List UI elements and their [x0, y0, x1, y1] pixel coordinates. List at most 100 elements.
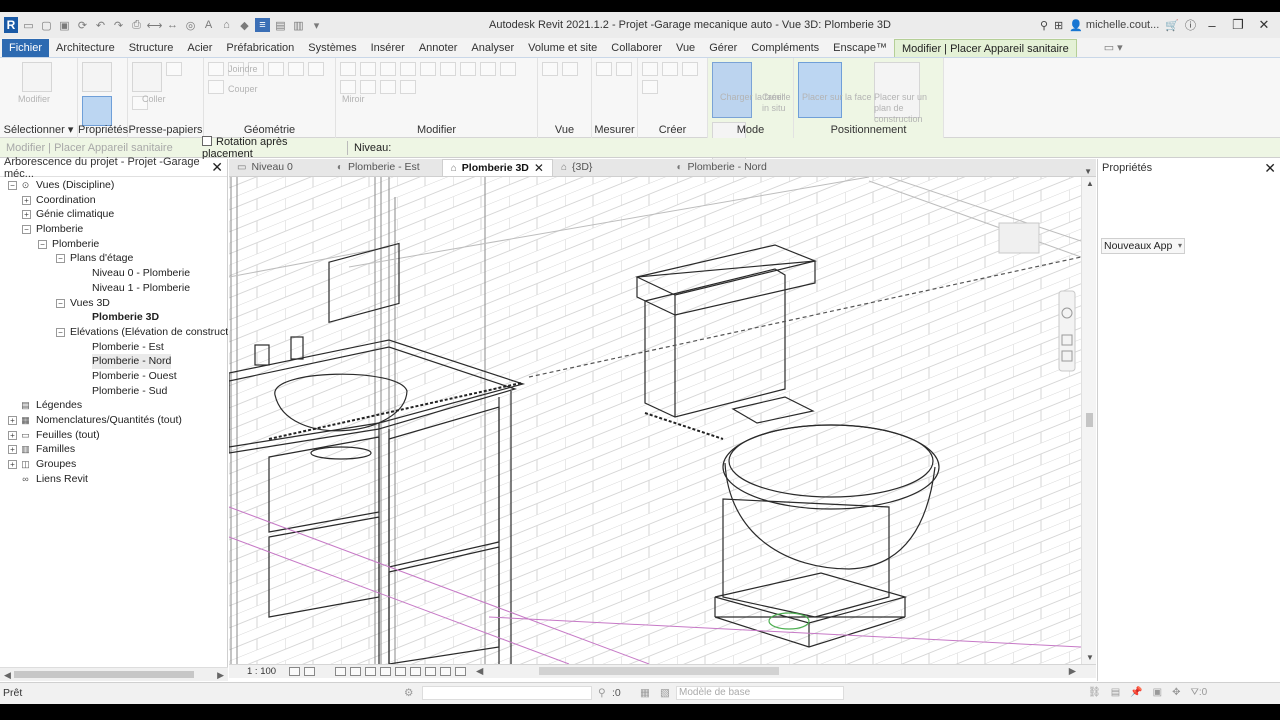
customize-qat-icon[interactable]: ▾	[309, 18, 324, 32]
canvas-vscrollbar[interactable]: ▲ ▼	[1081, 177, 1096, 664]
worksharing-icon[interactable]: ⚙	[404, 687, 413, 699]
tab-prefabrication[interactable]: Préfabrication	[219, 39, 301, 57]
view-tab-plomberie-nord[interactable]: ◐ Plomberie - Nord	[668, 159, 774, 176]
close-icon[interactable]: ✕	[211, 159, 223, 176]
canvas-hscroll-track[interactable]	[539, 667, 779, 675]
close-hidden-icon[interactable]: ▤	[273, 18, 288, 32]
tab-systemes[interactable]: Systèmes	[301, 39, 363, 57]
show-crop-icon[interactable]	[395, 667, 406, 676]
maximize-button[interactable]: ❐	[1228, 17, 1248, 33]
view-scale[interactable]: 1 : 100	[229, 666, 289, 677]
demolish-icon[interactable]	[208, 80, 224, 94]
tree-node[interactable]: Plomberie - Nord	[0, 354, 227, 369]
rotation-after-placement-checkbox[interactable]: Rotation après placement	[196, 135, 341, 160]
redo-icon[interactable]: ↷	[111, 18, 126, 32]
tab-enscape[interactable]: Enscape™	[826, 39, 894, 57]
help-icon[interactable]: ⓘ	[1185, 17, 1196, 33]
scroll-up-icon[interactable]: ▲	[1086, 179, 1094, 188]
tab-modifier-placer[interactable]: Modifier | Placer Appareil sanitaire	[893, 38, 1077, 57]
tree-node[interactable]: − Plans d'étage	[0, 251, 227, 266]
design-options-icon[interactable]: ▧	[660, 687, 670, 699]
tab-inserer[interactable]: Insérer	[364, 39, 412, 57]
tree-node[interactable]: + ▥ Familles	[0, 442, 227, 457]
collapse-icon[interactable]: −	[38, 239, 47, 249]
tab-gerer[interactable]: Gérer	[702, 39, 744, 57]
tree-node[interactable]: − Plomberie	[0, 222, 227, 237]
filter-icon[interactable]: ⛛:0	[1190, 687, 1207, 698]
ribbon-toggle[interactable]: ▭ ▾	[1077, 39, 1130, 57]
scroll-left-icon[interactable]: ◀	[4, 668, 11, 682]
create-similar-icon[interactable]	[642, 80, 658, 94]
browser-hscroll-thumb[interactable]	[14, 671, 194, 678]
close-icon[interactable]: ✕	[1264, 160, 1276, 177]
align-icon[interactable]	[340, 62, 356, 76]
print-icon[interactable]: ⎙	[129, 18, 144, 32]
save-icon[interactable]: ▣	[57, 18, 72, 32]
switch-windows-icon[interactable]: ▥	[291, 18, 306, 32]
cope-icon[interactable]	[208, 62, 224, 76]
user-account[interactable]: 👤 michelle.cout...	[1069, 19, 1159, 32]
tree-node[interactable]: Plomberie - Ouest	[0, 369, 227, 384]
editable-only-icon[interactable]: ▦	[640, 687, 650, 699]
tab-complements[interactable]: Compléments	[744, 39, 826, 57]
type-properties-icon[interactable]	[82, 62, 112, 92]
expand-icon[interactable]: +	[8, 445, 17, 455]
sync-icon[interactable]: ⟳	[75, 18, 90, 32]
cut-icon[interactable]	[166, 62, 182, 76]
create-parts-icon[interactable]	[662, 62, 678, 76]
lock-3d-icon[interactable]	[410, 667, 421, 676]
tree-node[interactable]: + ◫ Groupes	[0, 457, 227, 472]
tree-node[interactable]: ∞ Liens Revit	[0, 472, 227, 487]
tab-volume-et-site[interactable]: Volume et site	[521, 39, 604, 57]
tree-node[interactable]: Plomberie 3D	[0, 310, 227, 325]
collapse-icon[interactable]: −	[56, 254, 65, 264]
paint-icon[interactable]	[288, 62, 304, 76]
select-by-face-icon[interactable]: ▣	[1153, 687, 1162, 698]
tree-node[interactable]: + ▭ Feuilles (tout)	[0, 428, 227, 443]
collapse-icon[interactable]: −	[56, 327, 65, 337]
design-option-selector[interactable]: Modèle de base	[676, 686, 844, 700]
tag-icon[interactable]: ◎	[183, 18, 198, 32]
tree-node[interactable]: + ▦ Nomenclatures/Quantités (tout)	[0, 413, 227, 428]
tree-node[interactable]: Niveau 0 - Plomberie	[0, 266, 227, 281]
3d-view-icon[interactable]: ⌂	[219, 18, 234, 32]
minimize-button[interactable]: –	[1202, 18, 1222, 33]
expand-icon[interactable]: +	[22, 210, 31, 220]
binoculars-icon[interactable]: ⊞	[1054, 19, 1063, 32]
tab-structure[interactable]: Structure	[122, 39, 181, 57]
scroll-down-icon[interactable]: ▼	[1086, 653, 1094, 662]
expand-icon[interactable]: +	[8, 460, 17, 470]
move-icon[interactable]	[420, 62, 436, 76]
split-face-icon[interactable]	[308, 62, 324, 76]
trim-icon[interactable]	[480, 62, 496, 76]
mirror-draw-icon[interactable]	[400, 62, 416, 76]
load-family-icon[interactable]	[712, 62, 752, 118]
tree-node[interactable]: − Plomberie	[0, 237, 227, 252]
tree-node[interactable]: Plomberie - Est	[0, 340, 227, 355]
split-icon[interactable]	[500, 62, 516, 76]
text-icon[interactable]: A	[201, 18, 216, 32]
tree-node[interactable]: + Coordination	[0, 193, 227, 208]
view-canvas[interactable]	[229, 177, 1081, 664]
collapse-icon[interactable]: −	[8, 181, 17, 190]
close-button[interactable]: ✕	[1254, 17, 1274, 33]
tree-node[interactable]: − ⊙ Vues (Discipline)	[0, 178, 227, 193]
measure-icon[interactable]: ⟷	[147, 18, 163, 32]
place-on-face-icon[interactable]	[798, 62, 842, 118]
tab-acier[interactable]: Acier	[180, 39, 219, 57]
hscroll-right-icon[interactable]: ▶	[1069, 666, 1076, 677]
search-icon[interactable]: ⚲	[1040, 19, 1048, 32]
view-tab-plomberie-3d[interactable]: ⌂ Plomberie 3D ✕	[441, 159, 553, 176]
open-folder-icon[interactable]: ▢	[39, 18, 54, 32]
detail-level-icon[interactable]	[289, 667, 300, 676]
shadows-icon[interactable]	[350, 667, 361, 676]
analytical-icon[interactable]	[455, 667, 466, 676]
select-pinned-icon[interactable]: 📌	[1130, 687, 1142, 698]
expand-icon[interactable]: +	[8, 430, 17, 440]
view-tab-plomberie-est[interactable]: ◐ Plomberie - Est	[329, 159, 428, 176]
drag-elements-icon[interactable]: ✥	[1172, 687, 1180, 698]
create-group-icon[interactable]	[682, 62, 698, 76]
open-icon[interactable]: ▭	[21, 18, 36, 32]
panel-label-selectionner[interactable]: Sélectionner ▾	[0, 123, 77, 136]
array-icon[interactable]	[340, 80, 356, 94]
